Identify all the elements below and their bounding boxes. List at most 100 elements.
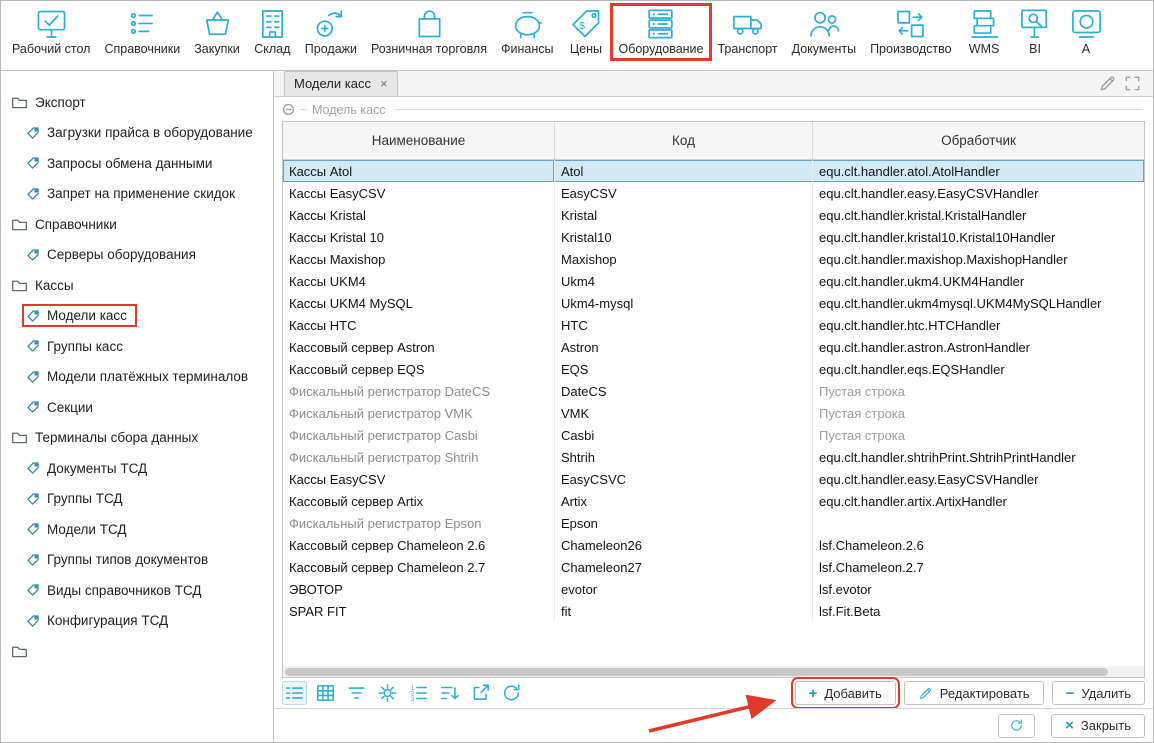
tree-item[interactable]: Секции [1,392,273,423]
prices-icon: $ [567,7,604,41]
table-row[interactable]: Кассовый сервер EQSEQSequ.clt.handler.eq… [283,358,1144,380]
table-row[interactable]: Кассовый сервер Chameleon 2.6Chameleon26… [283,534,1144,556]
edit-form-icon[interactable] [1098,74,1117,93]
table-row[interactable]: Кассы EasyCSVEasyCSVequ.clt.handler.easy… [283,182,1144,204]
tree-item[interactable]: Модели ТСД [1,514,273,545]
cell-name: Кассовый сервер Chameleon 2.6 [283,534,555,556]
nav-item-prices[interactable]: $Цены [560,4,611,60]
table-row[interactable]: Фискальный регистратор DateCSDateCSПуста… [283,380,1144,402]
sort-list-icon[interactable] [437,681,462,705]
collapse-panel-icon[interactable] [282,103,295,116]
tree-item[interactable]: Запрет на применение скидок [1,179,273,210]
table-row[interactable]: Кассы MaxishopMaxishopequ.clt.handler.ma… [283,248,1144,270]
tree-folder[interactable]: Кассы [1,270,273,301]
cell-code: Ukm4-mysql [555,292,813,314]
plus-icon: + [809,686,818,701]
table-row[interactable]: Кассовый сервер AstronAstronequ.clt.hand… [283,336,1144,358]
tree-item[interactable]: Документы ТСД [1,453,273,484]
tree-item[interactable]: Конфигурация ТСД [1,606,273,637]
nav-item-documents[interactable]: Документы [785,4,863,60]
table-view-icon[interactable] [313,681,338,705]
nav-item-wms[interactable]: WMS [959,4,1010,60]
table-row[interactable]: Кассы UKM4 MySQLUkm4-mysqlequ.clt.handle… [283,292,1144,314]
folder-icon [11,430,28,445]
cell-code: Astron [555,336,813,358]
settings-icon[interactable] [375,681,400,705]
fullscreen-icon[interactable] [1123,74,1142,93]
close-button[interactable]: × Закрыть [1051,714,1145,738]
nav-item-retail[interactable]: Розничная торговля [364,4,494,60]
nav-item-warehouse[interactable]: Склад [247,4,298,60]
refresh-button[interactable] [998,714,1035,738]
table-row[interactable]: Кассы AtolAtolequ.clt.handler.atol.AtolH… [283,160,1144,182]
column-header[interactable]: Обработчик [813,122,1144,159]
table-row[interactable]: Кассы Kristal 10Kristal10equ.clt.handler… [283,226,1144,248]
cell-handler: equ.clt.handler.artix.ArtixHandler [813,490,1144,512]
retail-icon [411,7,448,41]
svg-text:$: $ [580,21,586,32]
nav-item-production[interactable]: Производство [863,4,959,60]
table-row[interactable]: SPAR FITfitlsf.Fit.Beta [283,600,1144,622]
nav-item-purchases[interactable]: Закупки [187,4,247,60]
nav-item-transport[interactable]: Транспорт [711,4,785,60]
tree-folder[interactable]: Справочники [1,209,273,240]
delete-button[interactable]: − Удалить [1052,681,1145,705]
svg-text:3: 3 [411,696,415,703]
tree-folder[interactable] [1,636,273,667]
tree-item[interactable]: Модели платёжных терминалов [1,362,273,393]
nav-item-desktop[interactable]: Рабочий стол [5,4,97,60]
table-row[interactable]: Кассы HTCHTCequ.clt.handler.htc.HTCHandl… [283,314,1144,336]
cell-name: Кассы UKM4 MySQL [283,292,555,314]
table-row[interactable]: Фискальный регистратор ShtrihShtrihequ.c… [283,446,1144,468]
nav-item-sales[interactable]: Продажи [298,4,364,60]
app-partial-icon [1068,7,1105,41]
tree-item-label: Конфигурация ТСД [47,613,168,628]
edit-button-label: Редактировать [940,686,1030,701]
cell-name: Кассы HTC [283,314,555,336]
sync-icon[interactable] [499,681,524,705]
tree-item[interactable]: Загрузки прайса в оборудование [1,118,273,149]
edit-button[interactable]: Редактировать [904,681,1044,705]
list-view-icon[interactable] [282,681,307,705]
cell-code: Maxishop [555,248,813,270]
tree-item-label: Модели касс [47,308,127,323]
table-row[interactable]: Кассы EasyCSVEasyCSVCequ.clt.handler.eas… [283,468,1144,490]
purchases-icon [199,7,236,41]
table-row[interactable]: Кассовый сервер Chameleon 2.7Chameleon27… [283,556,1144,578]
nav-item-catalog[interactable]: Справочники [97,4,187,60]
table-row[interactable]: Фискальный регистратор CasbiCasbiПустая … [283,424,1144,446]
tree-item[interactable]: Модели касс [1,301,273,332]
tree-item[interactable]: Группы ТСД [1,484,273,515]
table-row[interactable]: Фискальный регистратор EpsonEpson [283,512,1144,534]
app-window: Рабочий столСправочникиЗакупкиСкладПрода… [0,0,1154,743]
open-new-icon[interactable] [468,681,493,705]
tab-close-icon[interactable]: × [380,77,388,90]
table-row[interactable]: ЭВОТОРevotorlsf.evotor [283,578,1144,600]
nav-item-finance[interactable]: Финансы [494,4,560,60]
nav-item-bi[interactable]: BI [1010,4,1061,60]
table-row[interactable]: Кассы KristalKristalequ.clt.handler.kris… [283,204,1144,226]
tree-item[interactable]: Запросы обмена данными [1,148,273,179]
add-button[interactable]: + Добавить [795,681,896,705]
tree-folder[interactable]: Терминалы сбора данных [1,423,273,454]
tree-item[interactable]: Виды справочников ТСД [1,575,273,606]
nav-item-app-partial[interactable]: А [1061,4,1112,60]
tree-folder[interactable]: Экспорт [1,87,273,118]
table-row[interactable]: Фискальный регистратор VMKVMKПустая стро… [283,402,1144,424]
column-header[interactable]: Наименование [283,122,555,159]
close-icon: × [1065,718,1074,733]
nav-item-equipment[interactable]: Оборудование [611,4,710,60]
tree-item-label: Экспорт [35,95,86,110]
horizontal-scrollbar[interactable] [283,666,1144,677]
scrollbar-thumb[interactable] [285,668,1108,676]
column-header[interactable]: Код [555,122,813,159]
table-row[interactable]: Кассы UKM4Ukm4equ.clt.handler.ukm4.UKM4H… [283,270,1144,292]
tab-models-kass[interactable]: Модели касс × [284,71,398,96]
tree-item[interactable]: Группы типов документов [1,545,273,576]
filter-icon[interactable] [344,681,369,705]
table-row[interactable]: Кассовый сервер ArtixArtixequ.clt.handle… [283,490,1144,512]
numbered-list-icon[interactable]: 123 [406,681,431,705]
models-table: НаименованиеКодОбработчик Кассы AtolAtol… [282,121,1145,678]
tree-item[interactable]: Серверы оборудования [1,240,273,271]
tree-item[interactable]: Группы касс [1,331,273,362]
